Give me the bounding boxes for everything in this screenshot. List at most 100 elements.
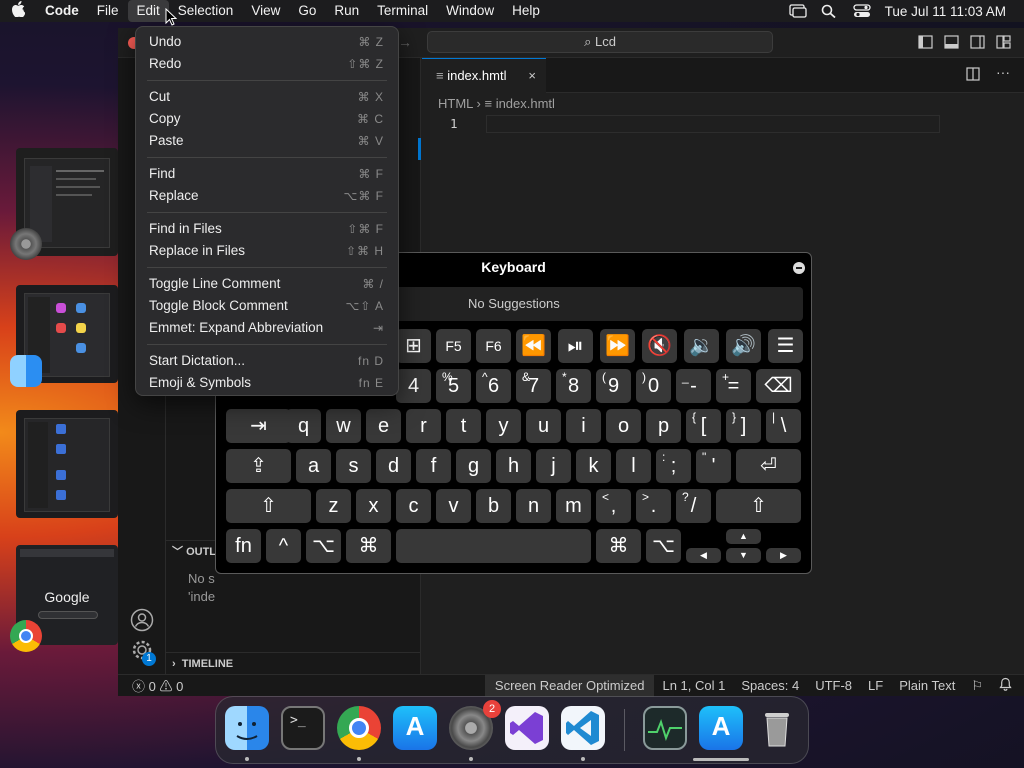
keyboard-minimize-button[interactable] [793,262,805,274]
problems-status[interactable]: ⓧ 0 ⚠ 0 [118,676,183,695]
key-v[interactable]: v [436,489,471,523]
menu-go[interactable]: Go [289,0,325,22]
key-5[interactable]: 5% [436,369,471,403]
chrome-stage-icon[interactable] [10,620,42,652]
menu-app-name[interactable]: Code [36,0,88,22]
menu-item-find[interactable]: Find ⌘ F [136,163,398,185]
app-store-icon[interactable]: A [393,706,437,750]
key-o[interactable]: o [606,409,641,443]
key-mute-icon[interactable]: 🔇 [642,329,677,363]
editor-line[interactable]: 1 [422,115,1024,135]
key-6[interactable]: 6 ^ [476,369,511,403]
key-t[interactable]: t [446,409,481,443]
key-list-icon[interactable]: ☰ [768,329,803,363]
forward-arrow-icon[interactable]: → [398,34,412,50]
menu-item-replace[interactable]: Replace ⌥⌘ F [136,185,398,207]
app-store-installer-icon[interactable]: A [699,706,743,750]
toggle-panel-icon[interactable] [944,35,959,49]
key-y[interactable]: y [486,409,521,443]
spotlight-search-icon[interactable] [821,4,839,19]
menu-terminal[interactable]: Terminal [368,0,437,22]
menu-item-replace-in-files[interactable]: Replace in Files ⇧⌘ H [136,240,398,262]
key-caps-lock[interactable]: ⇪ [226,449,291,483]
customize-layout-icon[interactable] [996,35,1011,49]
key-r[interactable]: r [406,409,441,443]
key-8[interactable]: 8 * [556,369,591,403]
key-7[interactable]: 7 & [516,369,551,403]
key-m[interactable]: m [556,489,591,523]
menu-run[interactable]: Run [325,0,368,22]
menu-item-redo[interactable]: Redo ⇧⌘ Z [136,53,398,75]
key-4[interactable]: 4 [396,369,431,403]
menu-item-undo[interactable]: Undo ⌘ Z [136,31,398,53]
system-settings-stage-icon[interactable] [10,228,42,260]
notifications-bell-icon[interactable] [991,677,1024,694]
key-=[interactable]: = + [716,369,751,403]
finder-icon[interactable] [225,706,269,750]
menu-item-start-dictation[interactable]: Start Dictation... fn D [136,350,398,372]
menu-item-emoji-symbols[interactable]: Emoji & Symbols fn E [136,372,398,394]
key-fast-forward-icon[interactable]: ⏩ [600,329,635,363]
key-z[interactable]: z [316,489,351,523]
screen-reader-status[interactable]: Screen Reader Optimized [484,674,655,697]
key-punct-1[interactable]: ' " [696,449,731,483]
control-center-icon[interactable] [853,4,871,18]
more-actions-icon[interactable]: ··· [996,64,1010,80]
terminal-icon[interactable]: >_ [281,706,325,750]
indentation-status[interactable]: Spaces: 4 [733,678,807,693]
feedback-icon[interactable]: ⚐ [963,678,991,694]
menu-edit[interactable]: Edit [127,0,169,22]
key-punct-z-0[interactable]: , < [596,489,631,523]
key-x[interactable]: x [356,489,391,523]
key-c[interactable]: c [396,489,431,523]
toggle-primary-sidebar-icon[interactable] [918,35,933,49]
key-right-option[interactable]: ⌥ [646,529,681,563]
key-l[interactable]: l [616,449,651,483]
key-control[interactable]: ^ [266,529,301,563]
menu-help[interactable]: Help [503,0,549,22]
key-f6[interactable]: F6 [476,329,511,363]
screen-mirroring-icon[interactable] [789,4,807,18]
key-fn[interactable]: fn [226,529,261,563]
menu-item-copy[interactable]: Copy ⌘ C [136,108,398,130]
key-w[interactable]: w [326,409,361,443]
key-9[interactable]: 9( [596,369,631,403]
visual-studio-icon[interactable] [505,706,549,750]
key-arrow-down[interactable]: ▼ [726,548,761,563]
menu-item-paste[interactable]: Paste ⌘ V [136,130,398,152]
key-bracket-2[interactable]: \ | [766,409,801,443]
key-d[interactable]: d [376,449,411,483]
key-left-shift[interactable]: ⇧ [226,489,311,523]
cursor-position-status[interactable]: Ln 1, Col 1 [654,678,733,693]
vscode-icon[interactable] [561,706,605,750]
language-mode-status[interactable]: Plain Text [891,678,963,693]
key-left-command[interactable]: ⌘ [346,529,391,563]
key-arrow-up[interactable]: ▲ [726,529,761,544]
menu-item-cut[interactable]: Cut ⌘ X [136,86,398,108]
apple-menu-icon[interactable] [0,1,36,21]
key-tab[interactable]: ⇥ [226,409,291,443]
key-punct-z-2[interactable]: /? [676,489,711,523]
key-n[interactable]: n [516,489,551,523]
key-bracket-1[interactable]: ]} [726,409,761,443]
key-arrow-left[interactable]: ◀ [686,548,721,563]
key--[interactable]: - _ [676,369,711,403]
key-arrow-right[interactable]: ▶ [766,548,801,563]
key-volume-down-icon[interactable]: 🔉 [684,329,719,363]
menu-view[interactable]: View [242,0,289,22]
key-b[interactable]: b [476,489,511,523]
key-return[interactable]: ⏎ [736,449,801,483]
key-j[interactable]: j [536,449,571,483]
key-k[interactable]: k [576,449,611,483]
key-f[interactable]: f [416,449,451,483]
key-delete[interactable]: ⌫ [756,369,801,403]
manage-gear-icon[interactable]: 1 [130,638,156,667]
system-settings-icon[interactable]: 2 [449,700,501,750]
key-p[interactable]: p [646,409,681,443]
breadcrumb-html[interactable]: HTML [438,96,473,111]
encoding-status[interactable]: UTF-8 [807,678,860,693]
key-launchpad[interactable]: ⊞ [396,329,431,363]
key-f5[interactable]: F5 [436,329,471,363]
menu-file[interactable]: File [88,0,128,22]
menu-item-find-in-files[interactable]: Find in Files ⇧⌘ F [136,218,398,240]
